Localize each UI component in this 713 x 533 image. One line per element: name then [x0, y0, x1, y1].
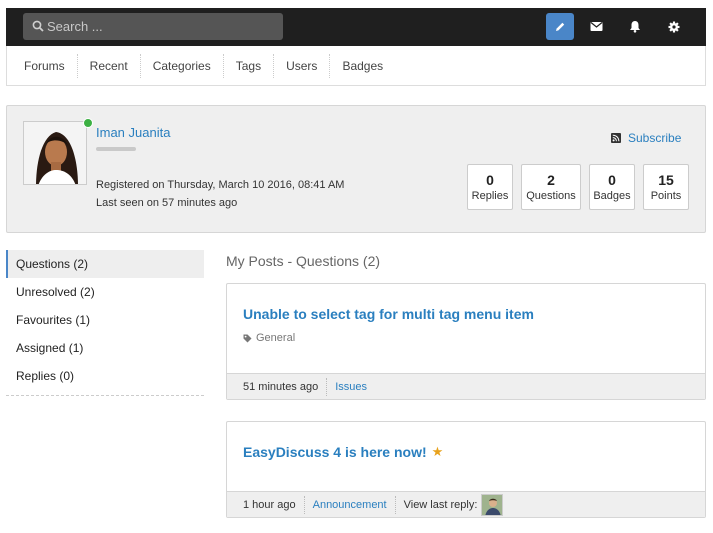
sidebar-divider [6, 395, 204, 396]
footer-divider [303, 495, 305, 514]
stat-badges[interactable]: 0 Badges [589, 164, 635, 210]
last-reply-avatar[interactable] [481, 493, 504, 516]
profile-name[interactable]: Iman Juanita [96, 125, 170, 140]
stat-badges-label: Badges [593, 190, 631, 202]
subscribe-label: Subscribe [628, 131, 682, 145]
search-box[interactable] [23, 13, 283, 40]
post-title-row: EasyDiscuss 4 is here now! ★ [243, 444, 443, 460]
top-toolbar [6, 8, 706, 46]
post-category-link[interactable]: Announcement [313, 499, 387, 511]
post-card: EasyDiscuss 4 is here now! ★ 1 hour ago … [226, 421, 706, 518]
sidebar-item-questions[interactable]: Questions (2) [6, 250, 204, 278]
stat-points-value: 15 [658, 172, 674, 188]
nav-categories[interactable]: Categories [141, 53, 224, 78]
tag-icon [243, 334, 252, 342]
avatar[interactable] [23, 121, 87, 185]
post-time: 51 minutes ago [243, 380, 319, 393]
bell-icon [630, 21, 640, 33]
pencil-icon [556, 22, 565, 31]
stat-replies[interactable]: 0 Replies [467, 164, 513, 210]
sidebar-item-assigned[interactable]: Assigned (1) [6, 334, 204, 362]
post-tag-label: General [256, 332, 296, 344]
featured-star-icon: ★ [431, 444, 444, 459]
stat-questions-value: 2 [547, 172, 555, 188]
messages-button[interactable] [582, 13, 610, 40]
nav-tags[interactable]: Tags [224, 53, 275, 78]
online-status-dot [83, 118, 93, 128]
sidebar-item-favourites[interactable]: Favourites (1) [6, 306, 204, 334]
post-time: 1 hour ago [243, 498, 296, 511]
envelope-icon [590, 22, 602, 31]
page-title: My Posts - Questions (2) [226, 253, 381, 269]
profile-header: Iman Juanita Registered on Thursday, Mar… [6, 105, 706, 233]
nav-forums[interactable]: Forums [12, 53, 78, 78]
rss-icon [611, 133, 621, 143]
rank-bar [96, 147, 136, 151]
gear-icon [668, 21, 680, 32]
notifications-button[interactable] [621, 13, 649, 40]
stat-questions[interactable]: 2 Questions [521, 164, 581, 210]
nav-recent[interactable]: Recent [78, 53, 141, 78]
stat-replies-value: 0 [486, 172, 494, 188]
post-footer: 1 hour ago Announcement View last reply: [227, 491, 705, 517]
profile-sidebar: Questions (2) Unresolved (2) Favourites … [6, 250, 204, 396]
subscribe-link[interactable]: Subscribe [611, 131, 681, 145]
settings-button[interactable] [660, 13, 688, 40]
registered-date: Registered on Thursday, March 10 2016, 0… [96, 179, 345, 191]
search-icon [32, 20, 44, 32]
stat-replies-label: Replies [471, 190, 509, 202]
nav-badges[interactable]: Badges [330, 54, 395, 78]
footer-divider [394, 495, 396, 514]
nav-users[interactable]: Users [274, 53, 331, 78]
post-category-link[interactable]: Issues [335, 381, 367, 393]
stat-points[interactable]: 15 Points [643, 164, 689, 210]
compose-button[interactable] [546, 13, 574, 40]
footer-divider [326, 377, 328, 396]
stat-badges-value: 0 [608, 172, 616, 188]
stat-points-label: Points [650, 190, 682, 202]
stat-questions-label: Questions [526, 190, 576, 202]
post-footer: 51 minutes ago Issues [227, 373, 705, 399]
last-reply-label: View last reply: [403, 498, 478, 511]
post-title-link[interactable]: Unable to select tag for multi tag menu … [243, 306, 534, 322]
post-title-link[interactable]: EasyDiscuss 4 is here now! [243, 444, 427, 460]
post-card: Unable to select tag for multi tag menu … [226, 283, 706, 400]
last-seen: Last seen on 57 minutes ago [96, 197, 238, 209]
sidebar-item-unresolved[interactable]: Unresolved (2) [6, 278, 204, 306]
main-nav: Forums Recent Categories Tags Users Badg… [6, 46, 706, 86]
sidebar-item-replies[interactable]: Replies (0) [6, 362, 204, 390]
post-tag[interactable]: General [243, 332, 295, 344]
search-input[interactable] [47, 13, 277, 40]
